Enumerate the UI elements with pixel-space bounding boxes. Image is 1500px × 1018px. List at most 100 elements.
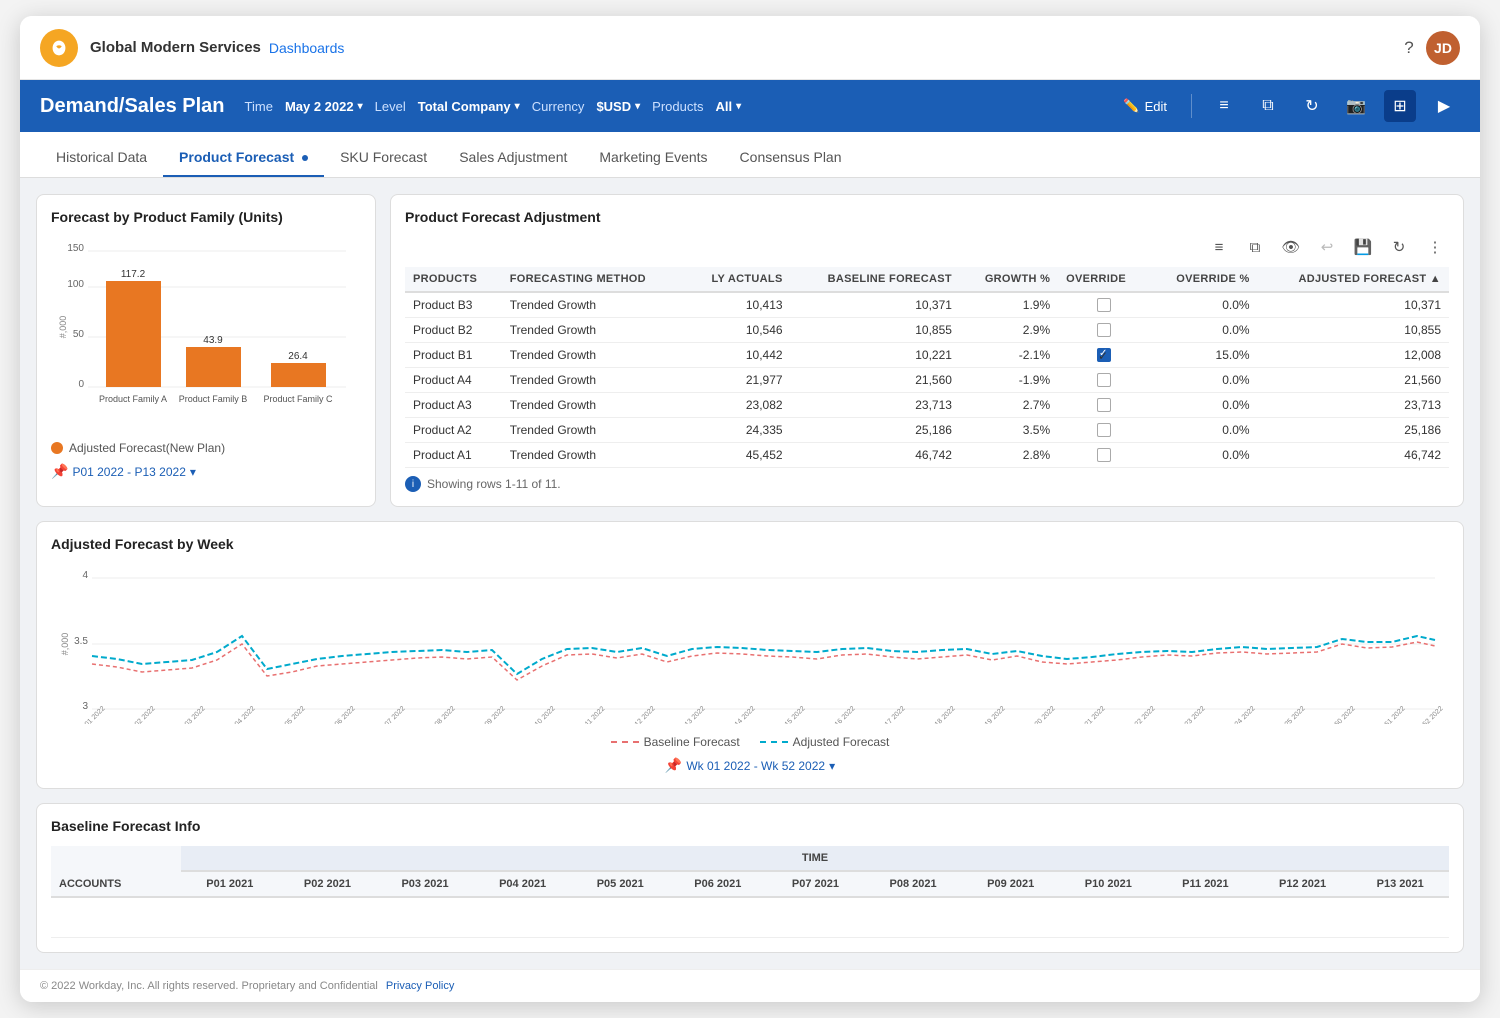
currency-label: Currency: [532, 99, 585, 114]
table-row: Product A4 Trended Growth 21,977 21,560 …: [405, 368, 1449, 393]
override-checkbox[interactable]: [1097, 298, 1111, 312]
bar-family-a[interactable]: [106, 281, 161, 387]
bar-chart-date-filter[interactable]: 📌 P01 2022 - P13 2022 ▾: [51, 463, 361, 480]
adjusted-line-icon: [760, 741, 788, 743]
svg-text:0: 0: [78, 379, 84, 390]
growth-cell: 3.5%: [960, 418, 1058, 443]
toolbar-filter-icon[interactable]: ≡: [1205, 233, 1233, 261]
override-checkbox[interactable]: [1097, 423, 1111, 437]
svg-text:Wk 07 2022: Wk 07 2022: [375, 705, 406, 724]
video-icon-btn[interactable]: ▶: [1428, 90, 1460, 122]
products-filter[interactable]: All ▾: [715, 99, 741, 114]
products-chevron-icon: ▾: [736, 101, 741, 112]
override-cell[interactable]: [1058, 393, 1150, 418]
legend-adjusted: Adjusted Forecast: [760, 735, 890, 749]
svg-text:Wk 06 2022: Wk 06 2022: [325, 705, 356, 724]
override-checkbox[interactable]: [1097, 448, 1111, 462]
time-period-header: P08 2021: [864, 871, 962, 897]
time-period-header: P07 2021: [767, 871, 865, 897]
override-pct-cell: 0.0%: [1150, 443, 1258, 468]
svg-text:#,000: #,000: [58, 316, 68, 339]
bottom-table-wrap: ACCOUNTS TIME P01 2021P02 2021P03 2021P0…: [51, 846, 1449, 938]
svg-text:Wk 12 2022: Wk 12 2022: [625, 705, 656, 724]
tab-sku-forecast[interactable]: SKU Forecast: [324, 139, 443, 177]
svg-text:Wk 16 2022: Wk 16 2022: [825, 705, 856, 724]
col-override: OVERRIDE: [1058, 267, 1150, 292]
col-ly: LY ACTUALS: [685, 267, 790, 292]
col-baseline: BASELINE FORECAST: [791, 267, 960, 292]
override-pct-cell: 0.0%: [1150, 368, 1258, 393]
toolbar-more-icon[interactable]: ⋮: [1421, 233, 1449, 261]
time-period-header: P03 2021: [376, 871, 474, 897]
copy-icon-btn[interactable]: ⧉: [1252, 90, 1284, 122]
col-adjusted: ADJUSTED FORECAST ▲: [1258, 267, 1449, 292]
line-chart-area: 4 3.5 3 #,000 Wk 01 2022 Wk 02 2022 Wk 0…: [51, 564, 1449, 729]
baseline-cell: 10,371: [791, 292, 960, 318]
pencil-icon: ✏️: [1123, 98, 1139, 114]
svg-text:100: 100: [67, 279, 84, 290]
time-period-header: P02 2021: [279, 871, 377, 897]
tab-marketing-events[interactable]: Marketing Events: [583, 139, 723, 177]
page-title: Demand/Sales Plan: [40, 95, 225, 118]
override-cell[interactable]: [1058, 318, 1150, 343]
override-cell[interactable]: [1058, 368, 1150, 393]
svg-text:Wk 18 2022: Wk 18 2022: [925, 705, 956, 724]
override-cell[interactable]: [1058, 418, 1150, 443]
help-button[interactable]: ?: [1392, 31, 1426, 65]
override-cell[interactable]: [1058, 292, 1150, 318]
override-checkbox[interactable]: ✓: [1097, 348, 1111, 362]
edit-button[interactable]: ✏️ Edit: [1115, 94, 1175, 118]
app-shell: Global Modern Services Dashboards ? JD D…: [20, 16, 1480, 1002]
user-avatar[interactable]: JD: [1426, 31, 1460, 65]
override-checkbox[interactable]: [1097, 373, 1111, 387]
grid-icon-btn[interactable]: ⊞: [1384, 90, 1416, 122]
svg-text:Wk 05 2022: Wk 05 2022: [275, 705, 306, 724]
override-cell[interactable]: [1058, 443, 1150, 468]
line-chart-card: Adjusted Forecast by Week 4 3.5 3 #,000: [36, 521, 1464, 789]
table-row: Product B3 Trended Growth 10,413 10,371 …: [405, 292, 1449, 318]
svg-text:Wk 51 2022: Wk 51 2022: [1375, 705, 1406, 724]
product-cell: Product A3: [405, 393, 502, 418]
pin-icon: 📌: [51, 463, 68, 480]
ly-cell: 45,452: [685, 443, 790, 468]
tab-sales-adjustment[interactable]: Sales Adjustment: [443, 139, 583, 177]
ly-cell: 24,335: [685, 418, 790, 443]
toolbar-refresh2-icon[interactable]: ↻: [1385, 233, 1413, 261]
privacy-policy-link[interactable]: Privacy Policy: [386, 980, 454, 992]
line-chart-date-filter[interactable]: 📌 Wk 01 2022 - Wk 52 2022 ▾: [51, 757, 1449, 774]
toolbar-save-icon: 💾: [1349, 233, 1377, 261]
override-checkbox[interactable]: [1097, 398, 1111, 412]
level-filter[interactable]: Total Company ▾: [418, 99, 520, 114]
svg-text:Wk 02 2022: Wk 02 2022: [125, 705, 156, 724]
camera-icon-btn[interactable]: 📷: [1340, 90, 1372, 122]
svg-text:Wk 50 2022: Wk 50 2022: [1325, 705, 1356, 724]
table-footer-text: Showing rows 1-11 of 11.: [427, 477, 561, 491]
main-content: Forecast by Product Family (Units) 150 1…: [20, 178, 1480, 969]
ly-cell: 23,082: [685, 393, 790, 418]
toolbar-eye-icon[interactable]: 👁: [1277, 233, 1305, 261]
filter-icon-btn[interactable]: ≡: [1208, 90, 1240, 122]
baseline-line-icon: [611, 741, 639, 743]
time-filter[interactable]: May 2 2022 ▾: [285, 99, 363, 114]
bar-family-b[interactable]: [186, 347, 241, 387]
override-checkbox[interactable]: [1097, 323, 1111, 337]
refresh-icon-btn[interactable]: ↻: [1296, 90, 1328, 122]
app-footer: © 2022 Workday, Inc. All rights reserved…: [20, 969, 1480, 1002]
bar-family-c[interactable]: [271, 363, 326, 387]
ly-cell: 10,413: [685, 292, 790, 318]
table-toolbar: ≡ ⧉ 👁 ↩ 💾 ↻ ⋮: [405, 233, 1449, 261]
toolbar-copy2-icon[interactable]: ⧉: [1241, 233, 1269, 261]
svg-text:Wk 13 2022: Wk 13 2022: [675, 705, 706, 724]
svg-text:Wk 09 2022: Wk 09 2022: [475, 705, 506, 724]
baseline-info-card: Baseline Forecast Info ACCOUNTS TIME P01…: [36, 803, 1464, 953]
currency-filter[interactable]: $USD ▾: [596, 99, 640, 114]
svg-text:#,000: #,000: [60, 633, 70, 656]
footer-copyright: © 2022 Workday, Inc. All rights reserved…: [40, 980, 378, 992]
tab-historical-data[interactable]: Historical Data: [40, 139, 163, 177]
svg-text:3: 3: [82, 701, 88, 712]
override-cell[interactable]: ✓: [1058, 343, 1150, 368]
tab-consensus-plan[interactable]: Consensus Plan: [724, 139, 858, 177]
table-row: Product B2 Trended Growth 10,546 10,855 …: [405, 318, 1449, 343]
dashboards-link[interactable]: Dashboards: [269, 40, 345, 56]
tab-product-forecast[interactable]: Product Forecast: [163, 139, 324, 177]
